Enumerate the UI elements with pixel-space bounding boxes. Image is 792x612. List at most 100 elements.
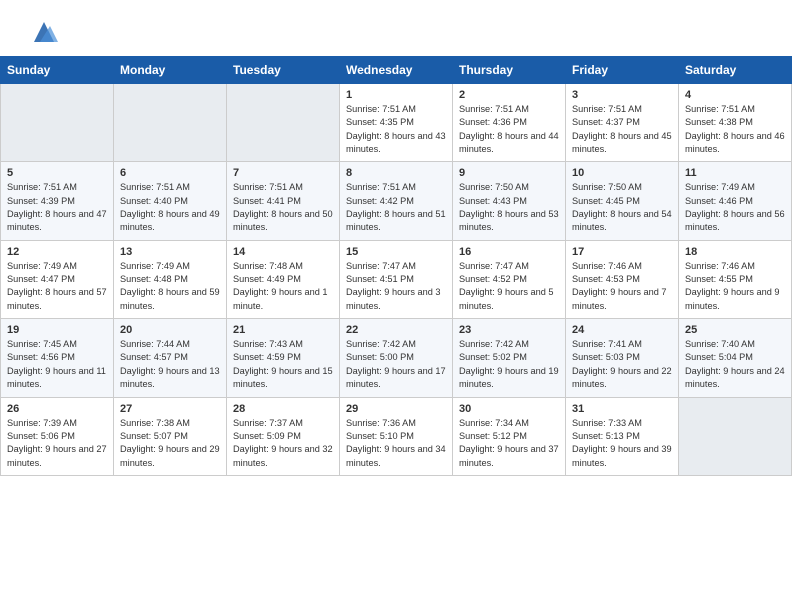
day-number: 14 <box>233 246 333 258</box>
calendar-cell <box>679 397 792 475</box>
calendar-cell: 3 Sunrise: 7:51 AMSunset: 4:37 PMDaylight… <box>566 84 679 162</box>
weekday-header-tuesday: Tuesday <box>227 57 340 84</box>
day-number: 4 <box>685 89 785 101</box>
calendar-cell: 9Sunrise: 7:50 AMSunset: 4:43 PMDaylight… <box>453 162 566 240</box>
calendar-cell <box>114 84 227 162</box>
weekday-header-saturday: Saturday <box>679 57 792 84</box>
day-info: Sunrise: 7:46 AMSunset: 4:55 PMDaylight:… <box>685 260 785 313</box>
day-info: Sunrise: 7:37 AMSunset: 5:09 PMDaylight:… <box>233 417 333 470</box>
day-number: 6 <box>120 167 220 179</box>
calendar-cell: 12 Sunrise: 7:49 AMSunset: 4:47 PMDayligh… <box>1 240 114 318</box>
day-info: Sunrise: 7:51 AMSunset: 4:36 PMDaylight:… <box>459 103 559 156</box>
calendar-cell: 4 Sunrise: 7:51 AMSunset: 4:38 PMDaylight… <box>679 84 792 162</box>
day-info: Sunrise: 7:39 AMSunset: 5:06 PMDaylight:… <box>7 417 107 470</box>
calendar-cell: 15 Sunrise: 7:47 AMSunset: 4:51 PMDayligh… <box>340 240 453 318</box>
day-number: 18 <box>685 246 785 258</box>
calendar-cell: 28Sunrise: 7:37 AMSunset: 5:09 PMDayligh… <box>227 397 340 475</box>
calendar-cell: 8 Sunrise: 7:51 AMSunset: 4:42 PMDaylight… <box>340 162 453 240</box>
calendar-week-4: 26 Sunrise: 7:39 AMSunset: 5:06 PMDayligh… <box>1 397 792 475</box>
day-number: 1 <box>346 89 446 101</box>
calendar-cell: 29Sunrise: 7:36 AMSunset: 5:10 PMDayligh… <box>340 397 453 475</box>
calendar-cell: 25Sunrise: 7:40 AMSunset: 5:04 PMDayligh… <box>679 319 792 397</box>
day-info: Sunrise: 7:33 AMSunset: 5:13 PMDaylight:… <box>572 417 672 470</box>
weekday-header-friday: Friday <box>566 57 679 84</box>
calendar-cell: 14Sunrise: 7:48 AMSunset: 4:49 PMDayligh… <box>227 240 340 318</box>
day-info: Sunrise: 7:51 AMSunset: 4:39 PMDaylight:… <box>7 181 107 234</box>
calendar-cell: 6 Sunrise: 7:51 AMSunset: 4:40 PMDaylight… <box>114 162 227 240</box>
header <box>0 0 792 56</box>
day-info: Sunrise: 7:49 AMSunset: 4:48 PMDaylight:… <box>120 260 220 313</box>
calendar-cell: 19 Sunrise: 7:45 AMSunset: 4:56 PMDayligh… <box>1 319 114 397</box>
day-info: Sunrise: 7:46 AMSunset: 4:53 PMDaylight:… <box>572 260 672 313</box>
weekday-header-row: SundayMondayTuesdayWednesdayThursdayFrid… <box>1 57 792 84</box>
day-number: 22 <box>346 324 446 336</box>
day-number: 29 <box>346 403 446 415</box>
calendar-cell: 24Sunrise: 7:41 AMSunset: 5:03 PMDayligh… <box>566 319 679 397</box>
day-info: Sunrise: 7:49 AMSunset: 4:46 PMDaylight:… <box>685 181 785 234</box>
weekday-header-wednesday: Wednesday <box>340 57 453 84</box>
calendar-cell <box>1 84 114 162</box>
day-number: 25 <box>685 324 785 336</box>
day-info: Sunrise: 7:47 AMSunset: 4:51 PMDaylight:… <box>346 260 446 313</box>
day-info: Sunrise: 7:51 AMSunset: 4:40 PMDaylight:… <box>120 181 220 234</box>
day-info: Sunrise: 7:51 AMSunset: 4:37 PMDaylight:… <box>572 103 672 156</box>
day-info: Sunrise: 7:51 AMSunset: 4:38 PMDaylight:… <box>685 103 785 156</box>
weekday-header-monday: Monday <box>114 57 227 84</box>
day-info: Sunrise: 7:42 AMSunset: 5:02 PMDaylight:… <box>459 338 559 391</box>
day-info: Sunrise: 7:51 AMSunset: 4:41 PMDaylight:… <box>233 181 333 234</box>
calendar-header: SundayMondayTuesdayWednesdayThursdayFrid… <box>1 57 792 84</box>
day-info: Sunrise: 7:51 AMSunset: 4:35 PMDaylight:… <box>346 103 446 156</box>
day-info: Sunrise: 7:49 AMSunset: 4:47 PMDaylight:… <box>7 260 107 313</box>
calendar-cell: 27Sunrise: 7:38 AMSunset: 5:07 PMDayligh… <box>114 397 227 475</box>
logo-icon <box>30 18 58 46</box>
day-number: 5 <box>7 167 107 179</box>
day-info: Sunrise: 7:42 AMSunset: 5:00 PMDaylight:… <box>346 338 446 391</box>
day-number: 12 <box>7 246 107 258</box>
calendar-cell: 10Sunrise: 7:50 AMSunset: 4:45 PMDayligh… <box>566 162 679 240</box>
day-info: Sunrise: 7:50 AMSunset: 4:43 PMDaylight:… <box>459 181 559 234</box>
day-info: Sunrise: 7:43 AMSunset: 4:59 PMDaylight:… <box>233 338 333 391</box>
calendar-cell: 11 Sunrise: 7:49 AMSunset: 4:46 PMDayligh… <box>679 162 792 240</box>
calendar-cell: 20 Sunrise: 7:44 AMSunset: 4:57 PMDayligh… <box>114 319 227 397</box>
calendar-week-1: 5 Sunrise: 7:51 AMSunset: 4:39 PMDaylight… <box>1 162 792 240</box>
weekday-header-sunday: Sunday <box>1 57 114 84</box>
day-info: Sunrise: 7:51 AMSunset: 4:42 PMDaylight:… <box>346 181 446 234</box>
day-number: 19 <box>7 324 107 336</box>
calendar-cell: 16 Sunrise: 7:47 AMSunset: 4:52 PMDayligh… <box>453 240 566 318</box>
day-info: Sunrise: 7:44 AMSunset: 4:57 PMDaylight:… <box>120 338 220 391</box>
day-number: 8 <box>346 167 446 179</box>
calendar-week-3: 19 Sunrise: 7:45 AMSunset: 4:56 PMDayligh… <box>1 319 792 397</box>
calendar-cell: 21Sunrise: 7:43 AMSunset: 4:59 PMDayligh… <box>227 319 340 397</box>
day-info: Sunrise: 7:45 AMSunset: 4:56 PMDaylight:… <box>7 338 107 391</box>
day-info: Sunrise: 7:38 AMSunset: 5:07 PMDaylight:… <box>120 417 220 470</box>
day-number: 11 <box>685 167 785 179</box>
day-number: 16 <box>459 246 559 258</box>
logo <box>24 18 58 46</box>
day-number: 23 <box>459 324 559 336</box>
day-number: 15 <box>346 246 446 258</box>
calendar-cell: 7 Sunrise: 7:51 AMSunset: 4:41 PMDaylight… <box>227 162 340 240</box>
calendar-cell: 13 Sunrise: 7:49 AMSunset: 4:48 PMDayligh… <box>114 240 227 318</box>
day-number: 20 <box>120 324 220 336</box>
day-number: 7 <box>233 167 333 179</box>
calendar-cell <box>227 84 340 162</box>
page: SundayMondayTuesdayWednesdayThursdayFrid… <box>0 0 792 612</box>
weekday-header-thursday: Thursday <box>453 57 566 84</box>
calendar-cell: 17Sunrise: 7:46 AMSunset: 4:53 PMDayligh… <box>566 240 679 318</box>
calendar-cell: 23 Sunrise: 7:42 AMSunset: 5:02 PMDayligh… <box>453 319 566 397</box>
calendar-body: 1 Sunrise: 7:51 AMSunset: 4:35 PMDaylight… <box>1 84 792 476</box>
day-number: 30 <box>459 403 559 415</box>
day-number: 2 <box>459 89 559 101</box>
calendar-table: SundayMondayTuesdayWednesdayThursdayFrid… <box>0 56 792 476</box>
day-number: 26 <box>7 403 107 415</box>
calendar-week-0: 1 Sunrise: 7:51 AMSunset: 4:35 PMDaylight… <box>1 84 792 162</box>
calendar-cell: 1 Sunrise: 7:51 AMSunset: 4:35 PMDaylight… <box>340 84 453 162</box>
day-info: Sunrise: 7:50 AMSunset: 4:45 PMDaylight:… <box>572 181 672 234</box>
calendar-cell: 31Sunrise: 7:33 AMSunset: 5:13 PMDayligh… <box>566 397 679 475</box>
day-number: 3 <box>572 89 672 101</box>
day-info: Sunrise: 7:47 AMSunset: 4:52 PMDaylight:… <box>459 260 559 313</box>
day-number: 24 <box>572 324 672 336</box>
calendar-cell: 26 Sunrise: 7:39 AMSunset: 5:06 PMDayligh… <box>1 397 114 475</box>
day-info: Sunrise: 7:34 AMSunset: 5:12 PMDaylight:… <box>459 417 559 470</box>
day-number: 13 <box>120 246 220 258</box>
